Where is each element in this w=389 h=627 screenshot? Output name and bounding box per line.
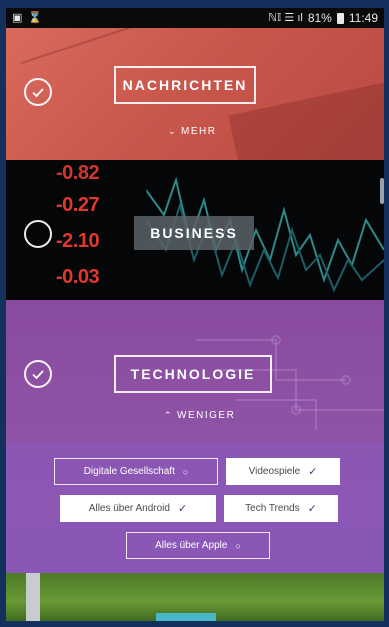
device-frame: ▣ ⌛ ℕ𝕀 ☰ ıl 81% 11:49 NACHRICHTEN ⌄ MEHR…: [0, 0, 389, 627]
battery-percent: 81%: [307, 11, 332, 25]
subtopic-label: Tech Trends: [245, 503, 300, 514]
clock: 11:49: [348, 11, 378, 25]
status-bar: ▣ ⌛ ℕ𝕀 ☰ ıl 81% 11:49: [6, 8, 384, 28]
subtopic-label: Digitale Gesellschaft: [83, 466, 175, 477]
chevron-up-icon: ⌃: [164, 410, 174, 420]
circle-icon: ○: [182, 466, 189, 477]
news-more-toggle[interactable]: ⌄ MEHR: [168, 126, 217, 137]
subtopic-label: Videospiele: [248, 466, 301, 477]
ticker-value: -2.10: [56, 230, 100, 252]
news-more-label: MEHR: [181, 126, 217, 137]
hourglass-icon: ⌛: [28, 12, 43, 24]
next-section-button[interactable]: [156, 613, 216, 621]
white-line-graphic: [26, 573, 40, 621]
scroll-indicator: [380, 178, 384, 204]
subtopic-chip-tech-trends[interactable]: Tech Trends ✓: [224, 495, 338, 522]
subtopic-chip-videospiele[interactable]: Videospiele ✓: [226, 458, 340, 485]
subtopic-chip-android[interactable]: Alles über Android ✓: [60, 495, 216, 522]
technology-less-toggle[interactable]: ⌃ WENIGER: [164, 410, 235, 421]
battery-icon: [336, 12, 344, 24]
signal-icons: ℕ𝕀 ☰ ıl: [268, 12, 303, 24]
news-title[interactable]: NACHRICHTEN: [114, 66, 256, 104]
technology-less-label: WENIGER: [177, 410, 236, 421]
technology-select-toggle[interactable]: [24, 360, 52, 388]
check-icon: ✓: [307, 503, 317, 515]
section-technology[interactable]: TECHNOLOGIE ⌃ WENIGER Digitale Gesellsch…: [6, 300, 384, 573]
check-icon: [32, 370, 44, 380]
circle-icon: ○: [235, 540, 241, 551]
business-title[interactable]: BUSINESS: [134, 216, 254, 250]
check-icon: ✓: [177, 503, 188, 515]
gallery-icon: ▣: [12, 12, 23, 24]
check-icon: ✓: [308, 466, 318, 478]
check-icon: [32, 88, 44, 98]
subtopic-label: Alles über Android: [88, 503, 170, 514]
subtopic-chip-digitale-gesellschaft[interactable]: Digitale Gesellschaft ○: [54, 458, 218, 485]
business-select-toggle[interactable]: [24, 220, 52, 248]
technology-title[interactable]: TECHNOLOGIE: [114, 355, 272, 393]
news-select-toggle[interactable]: [24, 78, 52, 106]
app-screen: ▣ ⌛ ℕ𝕀 ☰ ıl 81% 11:49 NACHRICHTEN ⌄ MEHR…: [6, 8, 384, 621]
ticker-value: -0.82: [56, 162, 100, 184]
subtopic-panel: Digitale Gesellschaft ○ Videospiele ✓ Al…: [6, 443, 384, 573]
subtopic-label: Alles über Apple: [155, 540, 228, 551]
ticker-value: -0.03: [56, 266, 100, 288]
section-next-partial[interactable]: [6, 573, 384, 621]
chevron-down-icon: ⌄: [168, 126, 178, 136]
section-business[interactable]: -0.82 -0.27 -2.10 -0.03 BUSINESS: [6, 160, 384, 300]
ticker-value: -0.27: [56, 194, 100, 216]
subtopic-chip-apple[interactable]: Alles über Apple ○: [126, 532, 270, 559]
section-news[interactable]: NACHRICHTEN ⌄ MEHR: [6, 28, 384, 160]
